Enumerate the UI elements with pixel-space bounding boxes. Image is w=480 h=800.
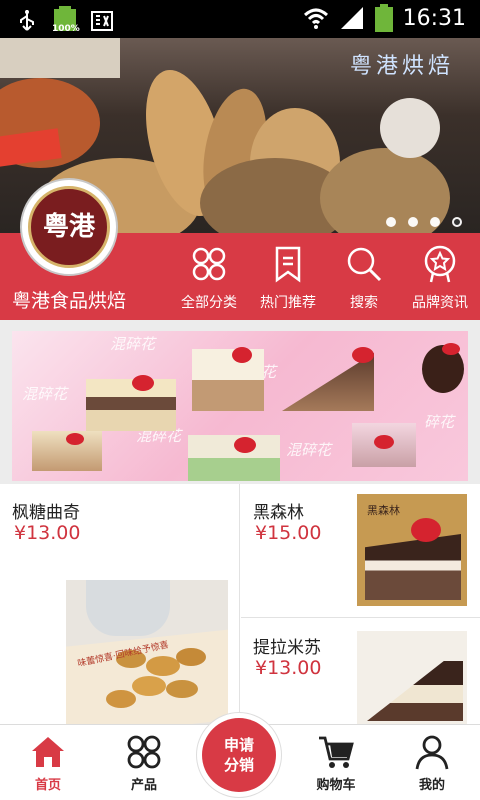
product-price: ¥13.00 (255, 657, 322, 679)
product-card[interactable]: 黑森林 ¥15.00 黑森林 (241, 484, 480, 618)
battery-full-icon: 100% (52, 6, 80, 36)
product-price: ¥13.00 (14, 522, 81, 544)
strawberry (66, 433, 84, 445)
status-time: 16:31 (402, 5, 466, 31)
badge-icon (424, 245, 456, 283)
keyboard-icon (91, 11, 113, 31)
products-grid-icon (127, 735, 161, 769)
tab-products[interactable]: 产品 (104, 733, 184, 793)
tab-label: 购物车 (316, 778, 356, 793)
home-icon (32, 737, 64, 767)
logo-text: 粤港 (42, 212, 95, 242)
nav-search[interactable]: 搜索 (329, 244, 399, 312)
tab-cart[interactable]: 购物车 (296, 733, 376, 793)
battery-percent: 100% (52, 24, 80, 34)
strawberry (352, 347, 374, 363)
apply-distribution-inner: 申请 分销 (202, 718, 276, 792)
carousel-dot[interactable] (430, 217, 440, 227)
product-name: 枫糖曲奇 (12, 503, 80, 523)
nav-brand-news[interactable]: 品牌资讯 (405, 244, 475, 312)
tab-profile[interactable]: 我的 (392, 733, 472, 793)
promo-word: 混碎花 (22, 385, 68, 403)
cart-icon (319, 736, 354, 768)
promo-word: 混碎花 (286, 441, 332, 459)
search-icon (347, 247, 382, 282)
product-name: 黑森林 (253, 503, 304, 523)
tab-label: 产品 (130, 778, 157, 793)
carousel-dot[interactable] (408, 217, 418, 227)
signal-icon (340, 7, 363, 29)
product-image: 味蕾惊喜·回味给予惊喜 (66, 580, 228, 724)
product-name: 提拉米苏 (253, 638, 321, 658)
nav-label: 搜索 (350, 295, 378, 311)
usb-icon (20, 10, 34, 31)
nav-label: 全部分类 (181, 295, 237, 311)
brand-name: 粤港食品烘焙 (12, 290, 127, 312)
product-image (357, 631, 467, 724)
product-price: ¥15.00 (255, 522, 322, 544)
image-caption: 黑森林 (367, 504, 400, 517)
strawberry (442, 343, 460, 355)
logo-seal: 粤港 (28, 186, 110, 268)
cake-image (86, 379, 176, 431)
product-card[interactable]: 枫糖曲奇 ¥13.00 味蕾惊喜·回味给予惊喜 (0, 484, 240, 724)
carousel-dots (386, 217, 462, 227)
grid-icon (192, 247, 226, 281)
strawberry (132, 375, 154, 391)
tab-label: 我的 (418, 778, 445, 793)
bookmark-icon (275, 246, 301, 283)
strawberry (232, 347, 252, 363)
hero-banner-text: 粤港烘焙 (349, 54, 454, 79)
center-line2: 分销 (223, 756, 254, 774)
product-card[interactable]: 提拉米苏 ¥13.00 (241, 619, 480, 724)
promo-banner[interactable]: 混碎花 碎花 混碎花 混碎花 混碎花 碎花 (12, 331, 468, 481)
nav-label: 品牌资讯 (412, 295, 468, 311)
wifi-icon (303, 8, 328, 29)
nav-label: 热门推荐 (260, 295, 316, 311)
battery-icon (374, 4, 393, 32)
product-grid: 枫糖曲奇 ¥13.00 味蕾惊喜·回味给予惊喜 黑森林 ¥15.00 黑森林 提… (0, 484, 480, 724)
user-icon (415, 735, 449, 770)
center-line1: 申请 (223, 736, 254, 754)
tab-label: 首页 (34, 778, 61, 793)
cake-image (192, 349, 264, 411)
nav-all-categories[interactable]: 全部分类 (174, 244, 244, 312)
nav-hot-recommend[interactable]: 热门推荐 (253, 244, 323, 312)
apply-distribution-button[interactable]: 申请 分销 (196, 712, 282, 798)
strawberry (374, 435, 394, 449)
promo-word: 碎花 (424, 413, 455, 431)
carousel-dot[interactable] (386, 217, 396, 227)
status-bar: 100% 16:31 (0, 0, 480, 38)
tab-home[interactable]: 首页 (8, 733, 88, 793)
promo-word: 混碎花 (110, 335, 156, 353)
brand-logo: 粤港 (22, 180, 116, 274)
carousel-dot-active[interactable] (452, 217, 462, 227)
product-image: 黑森林 (357, 494, 467, 606)
strawberry (234, 437, 256, 453)
